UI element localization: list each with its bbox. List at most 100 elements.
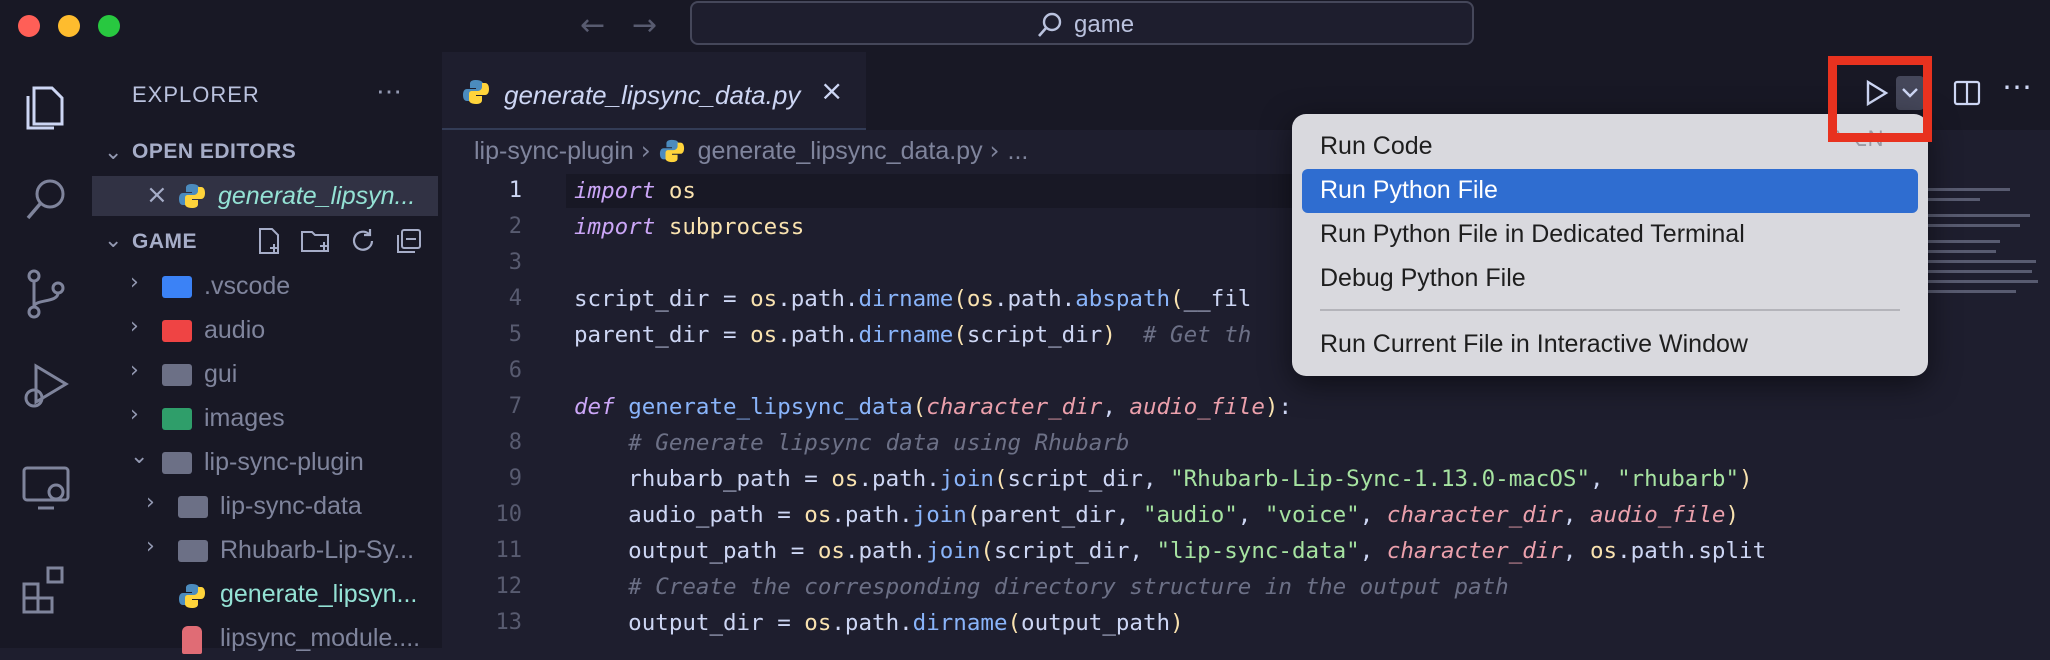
breadcrumb-separator-icon: › [640, 136, 659, 165]
breadcrumb-separator-icon: › [989, 136, 1008, 165]
tree-item-gui[interactable]: › gui [92, 356, 438, 396]
line-number: 8 [508, 430, 522, 455]
code-line: # Generate lipsync data using Rhubarb [628, 430, 1130, 456]
menu-item-run-dedicated-terminal[interactable]: Run Python File in Dedicated Terminal [1320, 220, 1745, 249]
folder-icon [178, 540, 208, 562]
line-number: 3 [508, 250, 522, 275]
more-actions-icon[interactable]: ⋯ [376, 76, 402, 107]
title-bar: ← → game [0, 0, 2050, 52]
code-line: output_dir = os.path.dirname(output_path… [574, 610, 1184, 636]
code-line: script_dir = os.path.dirname(os.path.abs… [574, 286, 1252, 312]
line-number: 13 [495, 610, 523, 635]
search-icon [1038, 12, 1062, 37]
menu-item-debug-python-file[interactable]: Debug Python File [1320, 264, 1526, 293]
line-number: 10 [495, 502, 523, 527]
menu-item-run-code[interactable]: Run Code [1320, 132, 1433, 161]
tree-item-label: lip-sync-data [220, 492, 362, 520]
python-file-icon [179, 184, 205, 208]
run-dropdown-menu: Run Code ^⌥N Run Python File Run Python … [1292, 114, 1928, 376]
tree-item-vscode[interactable]: › .vscode [92, 268, 438, 308]
line-number: 6 [508, 358, 522, 383]
tab-label: generate_lipsync_data.py [504, 80, 801, 110]
open-editors-header[interactable]: OPEN EDITORS [132, 140, 296, 164]
vscode-folder-icon [162, 276, 192, 298]
tree-item-label: gui [204, 360, 238, 388]
forward-arrow-icon[interactable]: → [632, 8, 657, 43]
close-icon[interactable]: × [820, 74, 843, 107]
tree-item-label: generate_lipsyn... [220, 580, 418, 608]
close-window-button[interactable] [18, 15, 40, 37]
explorer-title: EXPLORER [132, 82, 260, 107]
folder-icon [178, 496, 208, 518]
tree-item-label: audio [204, 316, 266, 344]
python-file-icon [659, 139, 684, 163]
search-sidebar-icon[interactable] [18, 172, 74, 228]
code-line: import os [574, 178, 696, 204]
line-number: 9 [508, 466, 522, 491]
open-editor-filename: generate_lipsyn... [218, 182, 416, 210]
new-file-icon[interactable] [254, 226, 284, 256]
audio-folder-icon [162, 320, 192, 342]
python-file-icon [179, 584, 205, 608]
menu-item-run-python-file[interactable]: Run Python File [1320, 176, 1498, 205]
activity-bar [0, 52, 92, 648]
code-line: def generate_lipsync_data(character_dir,… [574, 394, 1292, 420]
collapse-all-icon[interactable] [394, 226, 424, 256]
tree-item-lip-sync-plugin[interactable]: ⌄ lip-sync-plugin [92, 444, 438, 484]
tree-item-label: lip-sync-plugin [204, 448, 364, 476]
run-debug-icon[interactable] [18, 358, 74, 414]
command-center-search[interactable]: game [690, 1, 1474, 45]
code-line: import subprocess [574, 214, 805, 240]
line-number: 11 [495, 538, 523, 563]
code-line: rhubarb_path = os.path.join(script_dir, … [574, 466, 1753, 492]
python-file-icon [463, 80, 489, 104]
code-line: audio_path = os.path.join(parent_dir, "a… [574, 502, 1740, 528]
chevron-right-icon: › [130, 314, 139, 339]
workspace-header[interactable]: GAME [132, 230, 197, 254]
close-icon[interactable]: × [146, 180, 168, 210]
tree-item-lip-sync-data[interactable]: › lip-sync-data [92, 488, 438, 528]
back-arrow-icon[interactable]: ← [580, 8, 605, 43]
tree-item-audio[interactable]: › audio [92, 312, 438, 352]
refresh-icon[interactable] [348, 226, 378, 256]
extensions-icon[interactable] [18, 560, 74, 616]
tree-item-label: images [204, 404, 285, 432]
more-actions-icon[interactable]: ⋯ [2002, 70, 2032, 105]
zoom-window-button[interactable] [98, 15, 120, 37]
line-number: 2 [508, 214, 522, 239]
line-number: 7 [508, 394, 522, 419]
minimize-window-button[interactable] [58, 15, 80, 37]
highlight-box [1828, 56, 1932, 142]
line-number: 5 [508, 322, 522, 347]
chevron-down-icon: ⌄ [130, 444, 149, 469]
open-folder-icon [162, 452, 192, 474]
breadcrumb-file[interactable]: generate_lipsync_data.py [698, 137, 983, 165]
tree-item-label: .vscode [204, 272, 291, 300]
code-line: # Create the corresponding directory str… [628, 574, 1509, 600]
breadcrumb-more[interactable]: ... [1008, 137, 1029, 165]
menu-separator [1320, 309, 1900, 311]
new-folder-icon[interactable] [300, 226, 332, 256]
tab-generate-lipsync[interactable]: generate_lipsync_data.py × [442, 52, 866, 130]
tree-item-rhubarb[interactable]: › Rhubarb-Lip-Sy... [92, 532, 438, 572]
tree-item-label: Rhubarb-Lip-Sy... [220, 536, 415, 564]
images-folder-icon [162, 408, 192, 430]
line-number: 4 [508, 286, 522, 311]
chevron-right-icon: › [130, 358, 139, 383]
explorer-icon[interactable] [18, 80, 74, 136]
code-line: output_path = os.path.join(script_dir, "… [574, 538, 1767, 564]
chevron-down-icon[interactable]: ⌄ [104, 228, 122, 253]
chevron-down-icon[interactable]: ⌄ [104, 140, 122, 165]
tree-item-generate-lipsync[interactable]: generate_lipsyn... [92, 576, 438, 616]
split-editor-icon[interactable] [1952, 78, 1982, 108]
tree-item-images[interactable]: › images [92, 400, 438, 440]
remote-explorer-icon[interactable] [18, 458, 74, 514]
tree-item-lipsync-module[interactable]: lipsync_module.... [92, 620, 438, 660]
chevron-right-icon: › [146, 490, 155, 515]
open-editor-item[interactable]: × generate_lipsyn... [92, 176, 438, 216]
menu-item-run-interactive-window[interactable]: Run Current File in Interactive Window [1320, 330, 1748, 359]
source-control-icon[interactable] [18, 266, 74, 322]
code-line: parent_dir = os.path.dirname(script_dir)… [574, 322, 1252, 348]
line-number: 12 [495, 574, 523, 599]
breadcrumb-folder[interactable]: lip-sync-plugin [474, 137, 634, 165]
